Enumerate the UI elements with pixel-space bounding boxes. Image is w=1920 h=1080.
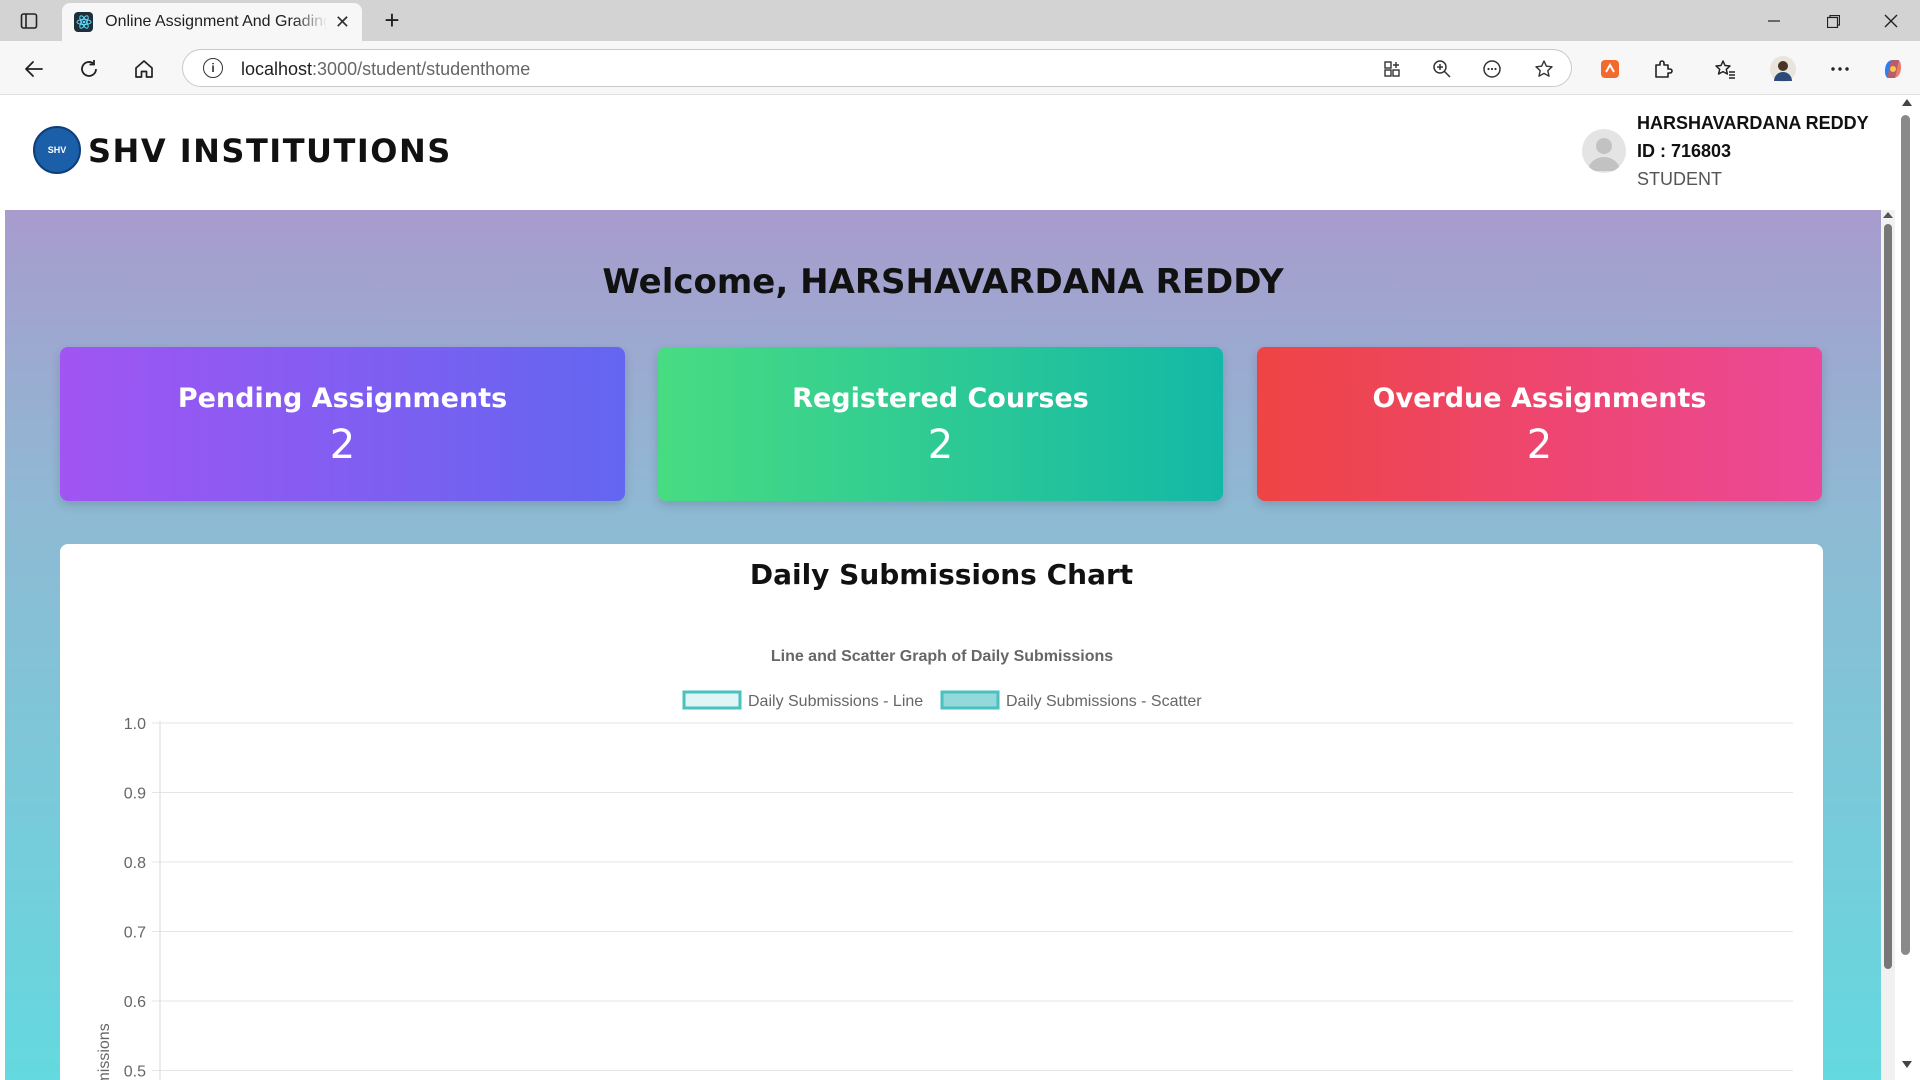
- submissions-chart: Line and Scatter Graph of Daily Submissi…: [96, 648, 1793, 1080]
- y-tick-label: 0.9: [124, 786, 146, 803]
- y-tick-label: 0.7: [124, 925, 146, 942]
- close-window-icon[interactable]: [1871, 6, 1911, 36]
- reload-icon[interactable]: [73, 53, 105, 85]
- institution-logo: SHV: [33, 126, 81, 174]
- card-label: Pending Assignments: [177, 383, 508, 414]
- user-id: ID : 716803: [1637, 141, 1732, 161]
- home-icon[interactable]: [128, 53, 160, 85]
- card-value: 2: [329, 422, 356, 468]
- chart-card: Daily Submissions Chart Line and Scatter…: [60, 544, 1823, 1080]
- address-bar[interactable]: i localhost:3000/student/studenthome: [182, 49, 1572, 87]
- logo-text: SHV: [47, 145, 67, 155]
- browser-toolbar: i localhost:3000/student/studenthome: [0, 41, 1920, 95]
- zoom-icon[interactable]: [1431, 58, 1453, 80]
- tab-title: Online Assignment And Grading System: [105, 13, 327, 30]
- minimize-icon[interactable]: [1754, 6, 1794, 36]
- url-text[interactable]: localhost:3000/student/studenthome: [241, 59, 530, 80]
- scroll-up-arrow[interactable]: [1902, 99, 1912, 106]
- brand-name: SHV INSTITUTIONS: [88, 132, 452, 170]
- app-install-icon[interactable]: [1381, 58, 1403, 80]
- legend-swatch-line: [682, 690, 742, 710]
- chart-title: Line and Scatter Graph of Daily Submissi…: [771, 648, 1113, 665]
- info-icon[interactable]: i: [203, 58, 223, 78]
- registered-courses-card[interactable]: Registered Courses 2: [658, 347, 1223, 501]
- window-scrollbar[interactable]: [1895, 95, 1920, 1080]
- y-grid: 1.0 0.9 0.8 0.7 0.6 0.5: [124, 716, 1793, 1080]
- y-tick-label: 0.6: [124, 994, 146, 1011]
- profile-icon[interactable]: [1770, 56, 1796, 82]
- avatar[interactable]: [1582, 129, 1626, 173]
- scrollbar-thumb[interactable]: [1884, 224, 1892, 969]
- active-tab[interactable]: Online Assignment And Grading System ✕: [62, 3, 362, 41]
- y-tick-label: 1.0: [124, 716, 146, 733]
- page-scrollbar[interactable]: [1881, 210, 1895, 1080]
- tab-strip: Online Assignment And Grading System ✕ +: [0, 0, 1920, 41]
- y-tick-label: 0.8: [124, 855, 146, 872]
- y-axis-label: Submissions: [96, 1023, 113, 1080]
- card-value: 2: [927, 422, 954, 468]
- copilot-icon[interactable]: [1880, 56, 1906, 82]
- site-header: SHV SHV INSTITUTIONS HARSHAVARDANA REDDY…: [5, 95, 1895, 210]
- legend-label-line: Daily Submissions - Line: [748, 693, 923, 710]
- card-value: 2: [1526, 422, 1553, 468]
- user-name: HARSHAVARDANA REDDY: [1637, 113, 1869, 133]
- scroll-up-arrow[interactable]: [1883, 212, 1893, 218]
- pending-assignments-card[interactable]: Pending Assignments 2: [60, 347, 625, 501]
- plus-icon[interactable]: +: [378, 5, 406, 35]
- sidebar-icon[interactable]: [18, 10, 40, 32]
- page-viewport: SHV SHV INSTITUTIONS HARSHAVARDANA REDDY…: [5, 95, 1895, 1080]
- back-icon[interactable]: [18, 53, 50, 85]
- scroll-down-arrow[interactable]: [1902, 1061, 1912, 1068]
- read-aloud-icon[interactable]: [1481, 58, 1503, 80]
- more-icon[interactable]: [1827, 56, 1853, 82]
- restore-icon[interactable]: [1813, 6, 1853, 36]
- close-icon[interactable]: ✕: [335, 12, 350, 33]
- favorites-icon[interactable]: [1712, 56, 1738, 82]
- window-scrollbar-thumb[interactable]: [1901, 115, 1910, 955]
- react-favicon: [74, 12, 94, 32]
- y-tick-label: 0.5: [124, 1064, 146, 1080]
- puzzle-icon[interactable]: [1650, 56, 1676, 82]
- card-label: Overdue Assignments: [1372, 383, 1707, 414]
- legend-label-scatter: Daily Submissions - Scatter: [1006, 693, 1202, 710]
- card-label: Registered Courses: [792, 383, 1089, 414]
- dashboard-main: Welcome, HARSHAVARDANA REDDY Pending Ass…: [5, 210, 1881, 1080]
- welcome-heading: Welcome, HARSHAVARDANA REDDY: [602, 262, 1284, 302]
- legend-swatch-scatter: [940, 690, 1000, 710]
- extension-orange-icon[interactable]: [1597, 56, 1623, 82]
- star-icon[interactable]: [1533, 58, 1555, 80]
- chart-legend: Daily Submissions - Line Daily Submissio…: [682, 690, 1202, 710]
- user-role: STUDENT: [1637, 169, 1722, 189]
- overdue-assignments-card[interactable]: Overdue Assignments 2: [1257, 347, 1822, 501]
